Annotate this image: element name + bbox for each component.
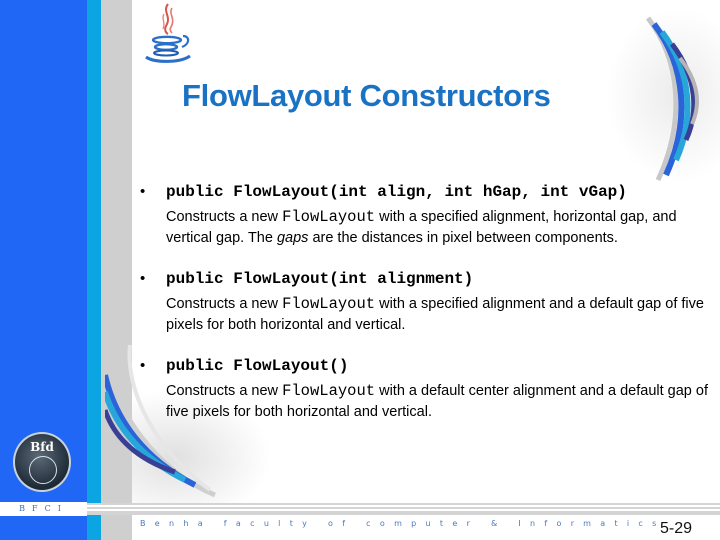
footer-line (87, 509, 720, 511)
bullet-icon: • (140, 270, 146, 287)
constructor-item: • public FlowLayout(int align, int hGap,… (140, 183, 715, 248)
desc-text: Constructs a new (166, 296, 283, 312)
constructor-signature: public FlowLayout(int align, int hGap, i… (166, 183, 627, 201)
bfci-label: BFCI (19, 504, 68, 513)
sidebar-cyan-stripe (87, 0, 101, 540)
desc-code: FlowLayout (282, 382, 376, 400)
globe-icon (29, 456, 57, 484)
bullet-icon: • (140, 183, 146, 200)
footer-institution-text: Benha faculty of computer & Informatics (140, 519, 666, 528)
constructor-signature: public FlowLayout() (166, 357, 349, 375)
desc-emphasis: gaps (276, 229, 309, 246)
constructor-signature: public FlowLayout(int alignment) (166, 270, 474, 288)
desc-text: Constructs a new (166, 383, 283, 399)
bfci-globe-logo: Bfd (13, 432, 71, 492)
constructor-description: Constructs a new FlowLayout with a speci… (166, 207, 715, 248)
constructor-item: • public FlowLayout(int alignment) Const… (140, 270, 715, 335)
constructor-item: • public FlowLayout() Constructs a new F… (140, 357, 715, 422)
slide-title: FlowLayout Constructors (182, 78, 551, 113)
page-number: 5-29 (660, 520, 693, 537)
constructor-list: • public FlowLayout(int align, int hGap,… (140, 183, 715, 444)
desc-code: FlowLayout (282, 295, 376, 313)
constructor-description: Constructs a new FlowLayout with a defau… (166, 381, 715, 422)
desc-text: Constructs a new (166, 209, 283, 225)
java-coffee-cup-icon (145, 3, 191, 63)
desc-code: FlowLayout (282, 208, 376, 226)
constructor-description: Constructs a new FlowLayout with a speci… (166, 294, 715, 335)
logo-text: Bfd (30, 440, 54, 454)
desc-text: are the distances in pixel between compo… (308, 229, 618, 246)
footer-line (87, 505, 720, 507)
decor-swoosh-top-right (646, 16, 699, 182)
bullet-icon: • (140, 357, 146, 374)
